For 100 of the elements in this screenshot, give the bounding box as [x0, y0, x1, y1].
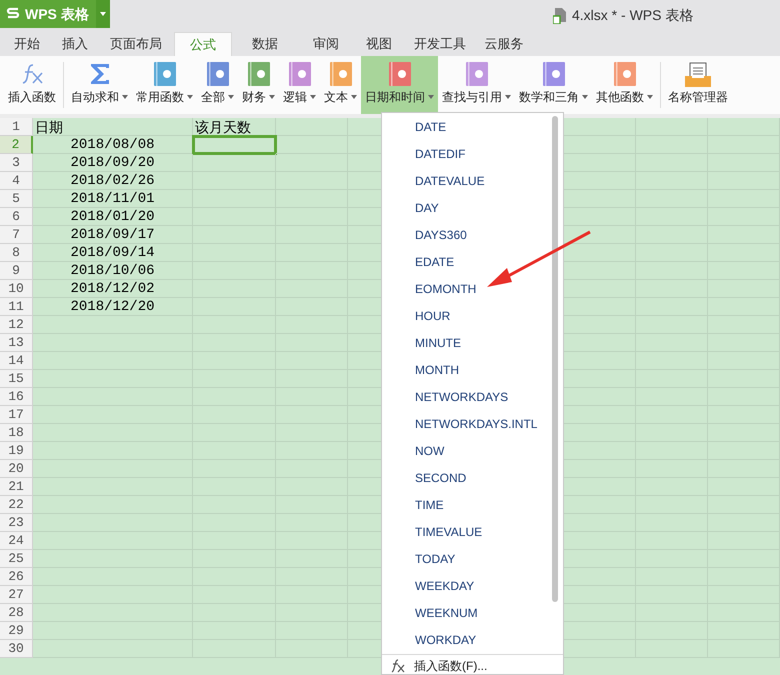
caret-icon [428, 95, 434, 99]
row-header[interactable]: 9 [0, 262, 33, 280]
function-icon [390, 658, 406, 672]
menu-item[interactable]: MINUTE [382, 330, 552, 357]
caret-icon [505, 95, 511, 99]
row-header[interactable]: 17 [0, 406, 33, 424]
menu-item[interactable]: NETWORKDAYS [382, 384, 552, 411]
menu-item[interactable]: DATEDIF [382, 141, 552, 168]
ribbon-button[interactable]: 数学和三角 [515, 56, 592, 114]
row-header[interactable]: 7 [0, 226, 33, 244]
table-cell: 2018/10/06 [33, 262, 193, 280]
row-header[interactable]: 21 [0, 478, 33, 496]
table-cell: 2018/08/08 [33, 136, 193, 154]
table-cell: 2018/12/20 [33, 298, 193, 316]
menu-item[interactable]: TODAY [382, 546, 552, 573]
function-book-icon [330, 62, 352, 86]
menu-item[interactable]: TIMEVALUE [382, 519, 552, 546]
ribbon-tab[interactable]: 审阅 [298, 32, 354, 56]
row-header[interactable]: 23 [0, 514, 33, 532]
menu-item[interactable]: DATEVALUE [382, 168, 552, 195]
row-header[interactable]: 20 [0, 460, 33, 478]
function-book-icon [154, 62, 176, 86]
row-header[interactable]: 30 [0, 640, 33, 658]
menu-item[interactable]: NETWORKDAYS.INTL [382, 411, 552, 438]
ribbon-button[interactable]: 查找与引用 [438, 56, 515, 114]
caret-icon [582, 95, 588, 99]
row-header[interactable]: 15 [0, 370, 33, 388]
scrollbar-thumb[interactable] [552, 116, 558, 602]
folder-icon [684, 62, 712, 88]
row-header[interactable]: 26 [0, 568, 33, 586]
ribbon-tab[interactable]: 页面布局 [98, 32, 174, 56]
menu-item[interactable]: WEEKNUM [382, 600, 552, 627]
row-header[interactable]: 8 [0, 244, 33, 262]
menu-item[interactable]: SECOND [382, 465, 552, 492]
row-header[interactable]: 19 [0, 442, 33, 460]
ribbon-button[interactable]: 常用函数 [132, 56, 197, 114]
menu-item[interactable]: EOMONTH [382, 276, 552, 303]
menu-item[interactable]: MONTH [382, 357, 552, 384]
ribbon-tab[interactable]: 数据 [232, 32, 298, 56]
document-icon [553, 8, 566, 24]
function-book-icon [248, 62, 270, 86]
ribbon-tab[interactable]: 云服务 [476, 32, 532, 56]
menu-item[interactable]: HOUR [382, 303, 552, 330]
menu-item[interactable]: DAY [382, 195, 552, 222]
function-book-icon [288, 62, 310, 86]
table-cell: 该月天数 [193, 118, 276, 136]
caret-icon [187, 95, 193, 99]
ribbon-button[interactable]: 日期和时间 [361, 56, 438, 114]
menu-item[interactable]: NOW [382, 438, 552, 465]
row-header[interactable]: 12 [0, 316, 33, 334]
ribbon-tab[interactable]: 开始 [2, 32, 52, 56]
row-header[interactable]: 10 [0, 280, 33, 298]
table-cell: 2018/12/02 [33, 280, 193, 298]
row-header[interactable]: 3 [0, 154, 33, 172]
row-header[interactable]: 25 [0, 550, 33, 568]
menu-item[interactable]: WORKDAY [382, 627, 552, 654]
caret-icon [100, 12, 106, 16]
row-header[interactable]: 29 [0, 622, 33, 640]
app-name: WPS 表格 [25, 4, 89, 24]
row-header[interactable]: 22 [0, 496, 33, 514]
row-header[interactable]: 5 [0, 190, 33, 208]
table-cell: 2018/01/20 [33, 208, 193, 226]
function-book-icon [388, 62, 410, 86]
table-cell [708, 118, 780, 136]
row-header[interactable]: 11 [0, 298, 33, 316]
menu-item[interactable]: TIME [382, 492, 552, 519]
ribbon-button[interactable]: 文本 [320, 56, 361, 114]
row-header[interactable]: 18 [0, 424, 33, 442]
ribbon-button[interactable]: 插入函数 [4, 56, 60, 114]
row-header[interactable]: 27 [0, 586, 33, 604]
menu-item[interactable]: DATE [382, 114, 552, 141]
menu-item[interactable]: WEEKDAY [382, 573, 552, 600]
ribbon-tab[interactable]: 公式 [174, 32, 232, 56]
ribbon-tab[interactable]: 视图 [354, 32, 404, 56]
caret-icon [351, 95, 357, 99]
ribbon-button[interactable]: 逻辑 [279, 56, 320, 114]
menu-item[interactable]: 插入函数(F)... [414, 656, 488, 674]
ribbon-tab[interactable]: 开发工具 [404, 32, 476, 56]
caret-icon [310, 95, 316, 99]
ribbon-button[interactable]: 全部 [197, 56, 238, 114]
row-header[interactable]: 28 [0, 604, 33, 622]
ribbon-button[interactable]: 名称管理器 [664, 56, 732, 114]
row-header[interactable]: 24 [0, 532, 33, 550]
menu-item[interactable]: DAYS360 [382, 222, 552, 249]
row-header[interactable]: 4 [0, 172, 33, 190]
ribbon-button[interactable]: 自动求和 [67, 56, 132, 114]
table-cell: 2018/09/17 [33, 226, 193, 244]
menu-item[interactable]: EDATE [382, 249, 552, 276]
table-cell: 2018/09/14 [33, 244, 193, 262]
ribbon-button[interactable]: 财务 [238, 56, 279, 114]
row-header[interactable]: 1 [0, 118, 33, 136]
caret-icon [122, 95, 128, 99]
function-book-icon [206, 62, 228, 86]
function-book-icon [614, 62, 636, 86]
row-header[interactable]: 14 [0, 352, 33, 370]
row-header[interactable]: 6 [0, 208, 33, 226]
ribbon-button[interactable]: 其他函数 [592, 56, 657, 114]
row-header[interactable]: 16 [0, 388, 33, 406]
ribbon-tab[interactable]: 插入 [52, 32, 98, 56]
row-header[interactable]: 13 [0, 334, 33, 352]
